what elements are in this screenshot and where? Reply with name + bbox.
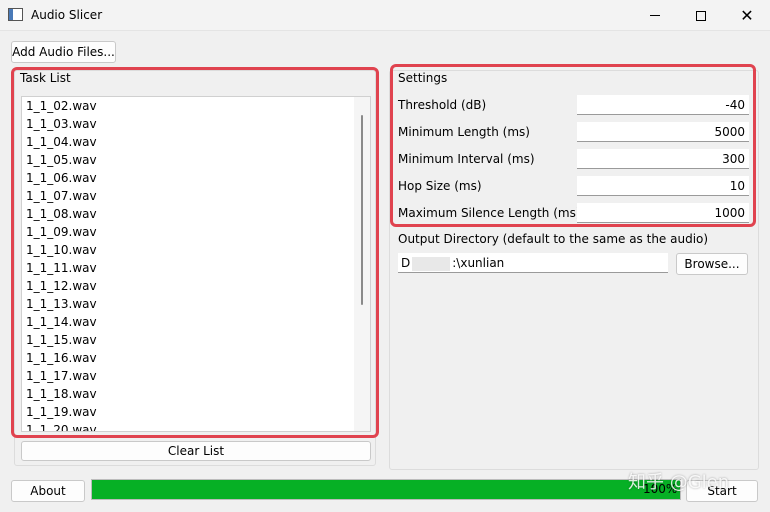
settings-highlight xyxy=(390,64,756,227)
about-button[interactable]: About xyxy=(11,480,85,502)
app-icon xyxy=(8,8,23,21)
output-path-prefix: D xyxy=(401,256,411,270)
output-path-suffix: :\xunlian xyxy=(452,256,505,270)
progress-bar xyxy=(91,479,681,500)
maximize-button[interactable] xyxy=(678,0,724,31)
minimize-icon xyxy=(650,15,660,16)
minimize-button[interactable] xyxy=(632,0,678,31)
close-button[interactable]: ✕ xyxy=(724,0,770,31)
watermark: 知乎 @Glen xyxy=(628,472,730,493)
progress-fill xyxy=(92,480,680,499)
add-audio-files-button[interactable]: Add Audio Files... xyxy=(11,41,116,63)
browse-button[interactable]: Browse... xyxy=(676,253,748,275)
task-list-highlight xyxy=(11,67,379,438)
window-title: Audio Slicer xyxy=(31,8,103,22)
clear-list-button[interactable]: Clear List xyxy=(21,441,371,461)
maximize-icon xyxy=(696,10,706,21)
close-icon: ✕ xyxy=(740,5,754,25)
output-directory-input[interactable]: D :\xunlian xyxy=(398,253,668,273)
output-directory-label: Output Directory (default to the same as… xyxy=(398,232,709,246)
redacted-path xyxy=(412,256,451,271)
title-bar: Audio Slicer ✕ xyxy=(0,0,770,31)
